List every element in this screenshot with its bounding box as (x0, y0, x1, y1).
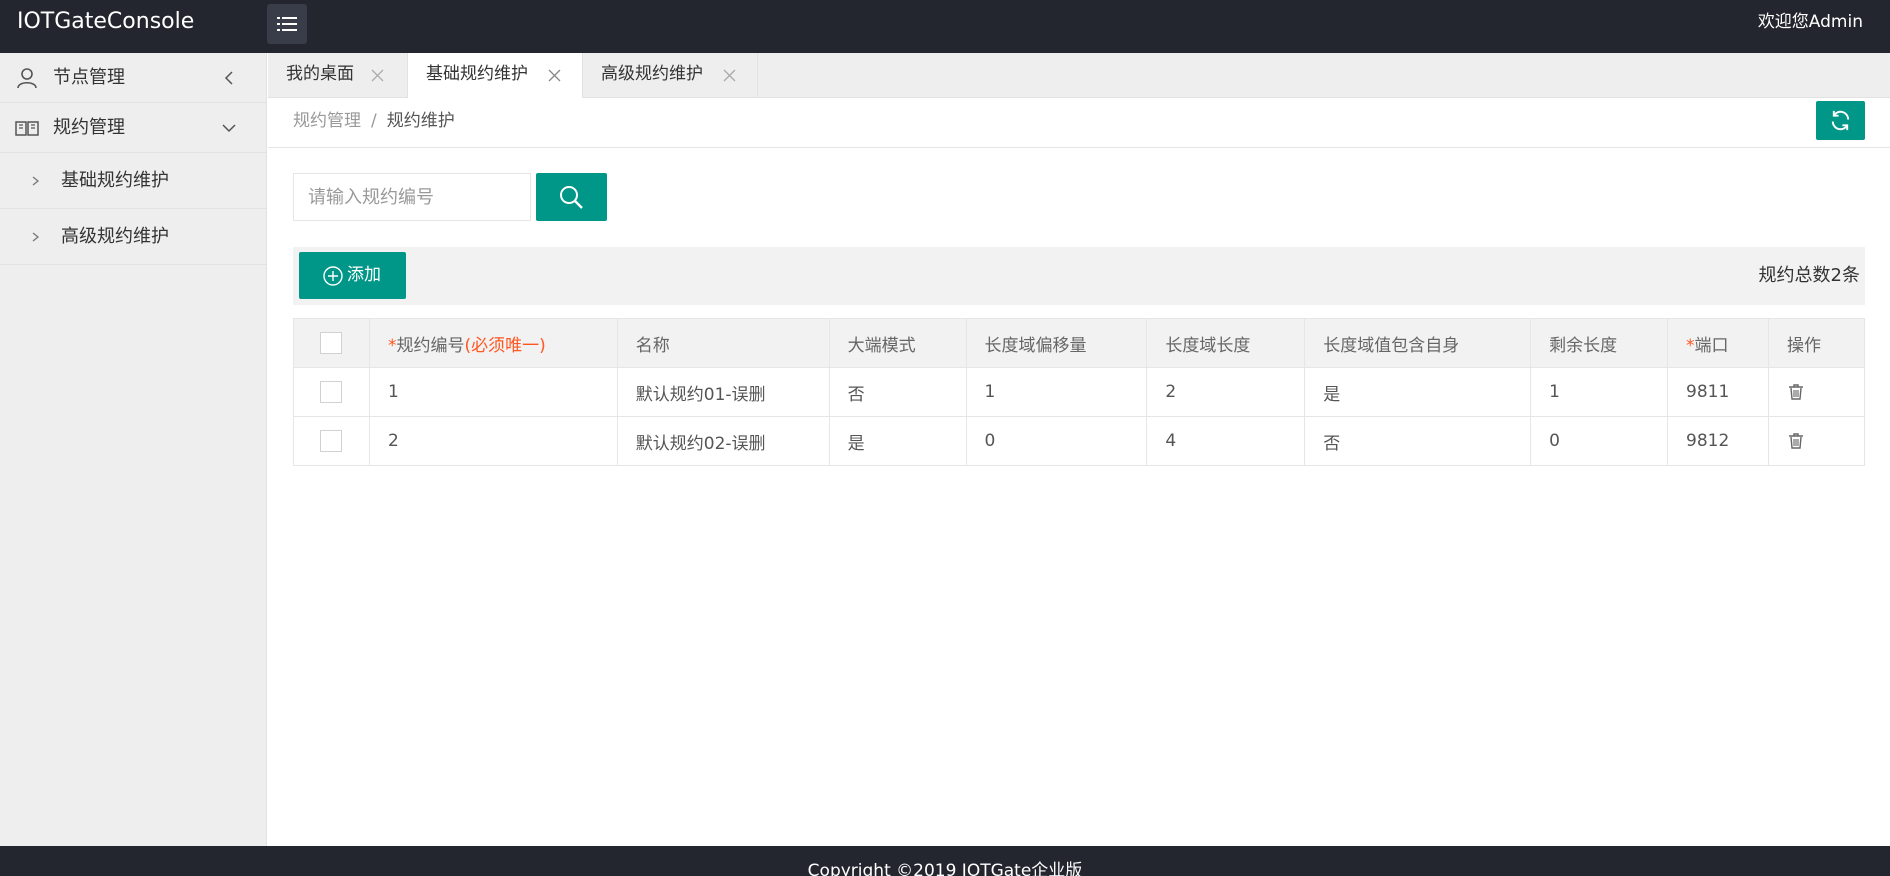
add-button[interactable]: 添加 (299, 252, 406, 299)
refresh-icon (1831, 110, 1850, 131)
col-length-length[interactable]: 长度域长度 (1146, 318, 1306, 368)
sidebar-item-label: 规约管理 (53, 117, 125, 138)
breadcrumb: 规约管理 / 规约维护 (293, 98, 455, 144)
row-checkbox[interactable] (320, 430, 343, 452)
search-icon (560, 186, 583, 209)
menu-toggle-button[interactable] (267, 4, 307, 44)
tab-label: 高级规约维护 (601, 64, 703, 84)
trash-icon[interactable] (1787, 383, 1805, 401)
cell-big-endian[interactable]: 是 (828, 416, 967, 466)
table-toolbar: 添加 规约总数2条 (293, 247, 1865, 305)
col-actions: 操作 (1767, 318, 1866, 368)
cell-name[interactable]: 默认规约02-误删 (616, 416, 830, 466)
cell-port[interactable]: 9812 (1667, 416, 1769, 466)
select-all-cell (293, 318, 370, 368)
welcome-user[interactable]: 欢迎您Admin (1758, 0, 1863, 44)
cell-actions (1767, 416, 1866, 466)
total-count: 规约总数2条 (1758, 265, 1860, 286)
tab-bar: 我的桌面 基础规约维护 高级规约维护 (268, 53, 1890, 98)
cell-remaining-length[interactable]: 0 (1530, 416, 1669, 466)
table-row[interactable]: 1 默认规约01-误删 否 1 2 是 1 9811 (293, 367, 1866, 417)
sidebar-subitem-basic-protocol[interactable]: 基础规约维护 (0, 153, 267, 209)
breadcrumb-bar: 规约管理 / 规约维护 (268, 98, 1890, 148)
col-length-includes-self[interactable]: 长度域值包含自身 (1304, 318, 1532, 368)
chevron-right-icon (32, 176, 40, 186)
breadcrumb-separator: / (371, 111, 377, 131)
chevron-down-icon (222, 124, 236, 133)
app-logo[interactable]: IOTGateConsole (17, 0, 194, 44)
required-mark: * (1686, 335, 1695, 356)
col-port[interactable]: *端口 (1667, 318, 1769, 368)
cell-length-offset[interactable]: 0 (965, 416, 1148, 466)
col-length-offset[interactable]: 长度域偏移量 (965, 318, 1148, 368)
tab-label: 基础规约维护 (426, 64, 528, 84)
cell-port[interactable]: 9811 (1667, 367, 1769, 417)
sidebar: 节点管理 规约管理 基础规约维护 高级规约维护 (0, 53, 267, 846)
tab-advanced-protocol[interactable]: 高级规约维护 (583, 53, 758, 98)
chevron-left-icon (224, 71, 233, 85)
breadcrumb-parent[interactable]: 规约管理 (293, 111, 361, 131)
cell-protocol-id[interactable]: 2 (368, 416, 618, 466)
col-big-endian[interactable]: 大端模式 (828, 318, 967, 368)
cell-name[interactable]: 默认规约01-误删 (616, 367, 830, 417)
tab-my-desktop[interactable]: 我的桌面 (268, 53, 408, 98)
close-icon[interactable] (371, 69, 384, 82)
row-checkbox[interactable] (320, 381, 343, 403)
breadcrumb-current: 规约维护 (386, 111, 455, 131)
close-icon[interactable] (723, 69, 736, 82)
cell-protocol-id[interactable]: 1 (368, 367, 618, 417)
cell-length-offset[interactable]: 1 (965, 367, 1148, 417)
sidebar-subitem-label: 高级规约维护 (61, 226, 169, 247)
footer: Copyright ©2019 IOTGate企业版 (0, 846, 1890, 876)
cell-length-includes-self[interactable]: 否 (1304, 416, 1532, 466)
menu-icon (277, 17, 297, 31)
sidebar-subitem-advanced-protocol[interactable]: 高级规约维护 (0, 209, 267, 265)
sidebar-subitem-label: 基础规约维护 (61, 170, 169, 191)
add-circle-icon (323, 266, 343, 286)
search-button[interactable] (536, 173, 607, 221)
sidebar-item-label: 节点管理 (53, 67, 125, 88)
select-all-checkbox[interactable] (320, 332, 343, 354)
row-select-cell (293, 416, 370, 466)
cell-actions (1767, 367, 1866, 417)
top-header: IOTGateConsole 欢迎您Admin (0, 0, 1890, 53)
refresh-button[interactable] (1816, 101, 1865, 140)
chevron-right-icon (32, 232, 40, 242)
copyright-text: Copyright ©2019 IOTGate企业版 (807, 861, 1083, 876)
col-suffix: (必须唯一) (464, 335, 546, 356)
search-input[interactable] (293, 173, 531, 221)
col-label: 规约编号 (396, 335, 465, 356)
table-header-row: *规约编号(必须唯一) 名称 大端模式 长度域偏移量 长度域长度 长度域值包含自… (293, 318, 1866, 368)
col-label: 端口 (1694, 335, 1729, 356)
col-name[interactable]: 名称 (616, 318, 830, 368)
user-icon (17, 68, 37, 89)
sidebar-item-node-management[interactable]: 节点管理 (0, 53, 267, 103)
tab-label: 我的桌面 (286, 64, 354, 84)
add-button-label: 添加 (347, 265, 381, 285)
col-protocol-id[interactable]: *规约编号(必须唯一) (368, 318, 618, 368)
tab-basic-protocol[interactable]: 基础规约维护 (408, 53, 583, 98)
cell-length-length[interactable]: 4 (1146, 416, 1306, 466)
cell-big-endian[interactable]: 否 (828, 367, 967, 417)
protocol-table: *规约编号(必须唯一) 名称 大端模式 长度域偏移量 长度域长度 长度域值包含自… (293, 318, 1866, 466)
row-select-cell (293, 367, 370, 417)
cell-remaining-length[interactable]: 1 (1530, 367, 1669, 417)
col-remaining-length[interactable]: 剩余长度 (1530, 318, 1669, 368)
cell-length-length[interactable]: 2 (1146, 367, 1306, 417)
cell-length-includes-self[interactable]: 是 (1304, 367, 1532, 417)
table-row[interactable]: 2 默认规约02-误删 是 0 4 否 0 9812 (293, 416, 1866, 466)
trash-icon[interactable] (1787, 432, 1805, 450)
close-icon[interactable] (548, 69, 561, 82)
sidebar-item-protocol-management[interactable]: 规约管理 (0, 103, 267, 153)
book-icon (15, 121, 39, 136)
